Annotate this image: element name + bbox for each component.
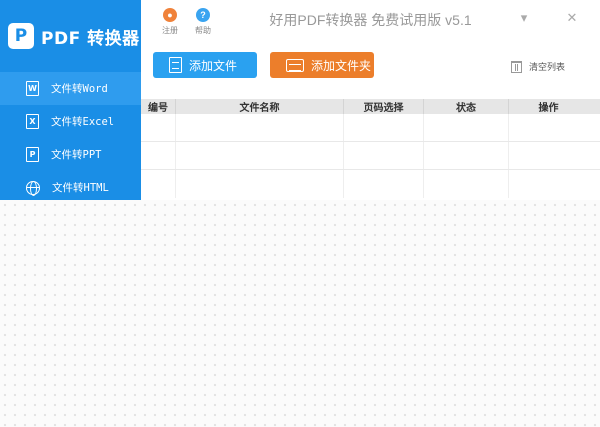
word-doc-icon: W — [26, 81, 39, 96]
sidebar-item-html[interactable]: 文件转HTML — [0, 171, 141, 204]
add-folder-button[interactable]: 添加文件夹 — [270, 52, 374, 78]
column-header-page-selection[interactable]: 页码选择 — [344, 99, 424, 114]
brand-name: PDF 转换器 — [41, 28, 140, 49]
table-header: 编号 文件名称 页码选择 状态 操作 — [141, 99, 600, 114]
sidebar-item-excel[interactable]: X 文件转Excel — [0, 105, 141, 138]
table-row — [141, 170, 600, 198]
column-header-status[interactable]: 状态 — [424, 99, 509, 114]
ppt-doc-icon: P — [26, 147, 39, 162]
main-panel: 添加文件 添加文件夹 清空列表 编号 文件名称 页码选择 状态 操作 — [141, 40, 600, 200]
add-folder-label: 添加文件夹 — [311, 58, 372, 73]
column-header-filename[interactable]: 文件名称 — [176, 99, 344, 114]
brand: P PDF 转换器 — [0, 0, 141, 72]
sidebar-item-label: 文件转HTML — [52, 182, 109, 194]
excel-doc-icon: X — [26, 114, 39, 129]
sidebar-item-label: 文件转PPT — [51, 149, 102, 161]
column-header-number[interactable]: 编号 — [141, 99, 176, 114]
title-bar: ● 注册 ? 帮助 好用PDF转换器 免费试用版 v5.1 ▾ ✕ — [141, 0, 600, 40]
clear-list-button[interactable]: 清空列表 — [511, 60, 565, 73]
sidebar-item-label: 文件转Word — [51, 83, 108, 95]
trash-icon — [511, 60, 522, 73]
table-row — [141, 114, 600, 142]
minimize-icon[interactable]: ▾ — [516, 10, 532, 26]
add-file-label: 添加文件 — [189, 58, 238, 73]
table-row — [141, 142, 600, 170]
clear-list-label: 清空列表 — [529, 62, 566, 72]
sidebar: P PDF 转换器 W 文件转Word X 文件转Excel P 文件转PPT … — [0, 0, 141, 200]
column-header-actions[interactable]: 操作 — [509, 99, 588, 114]
document-icon — [169, 57, 182, 73]
add-file-button[interactable]: 添加文件 — [153, 52, 257, 78]
brand-logo-letter: P — [14, 26, 28, 46]
sidebar-item-word[interactable]: W 文件转Word — [0, 72, 141, 105]
sidebar-item-label: 文件转Excel — [51, 116, 115, 128]
folder-icon — [286, 58, 304, 72]
globe-icon — [26, 180, 40, 196]
close-icon[interactable]: ✕ — [564, 10, 580, 26]
sidebar-item-ppt[interactable]: P 文件转PPT — [0, 138, 141, 171]
pdf-logo-icon: P — [8, 23, 34, 49]
